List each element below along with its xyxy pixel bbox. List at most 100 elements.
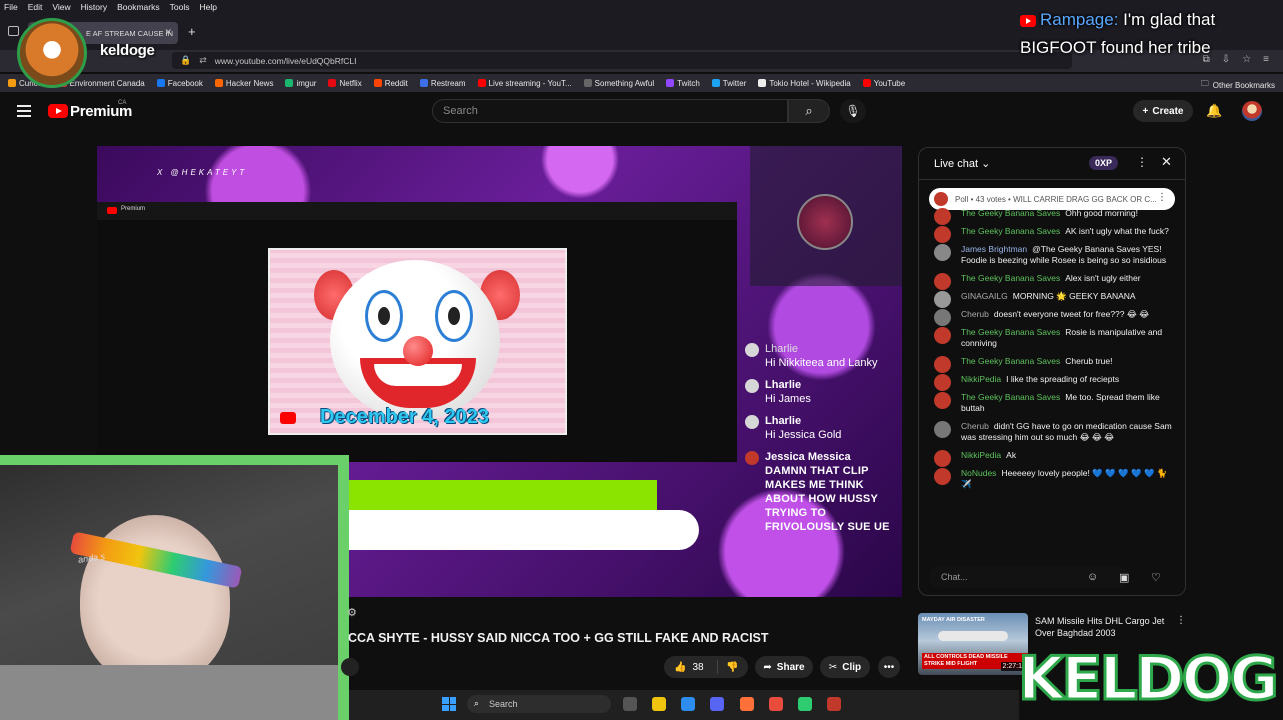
- heart-icon[interactable]: ♡: [1151, 571, 1161, 584]
- tab-list-icon[interactable]: [8, 26, 19, 36]
- chat-message[interactable]: The Geeky Banana Saves Ohh good morning!: [929, 208, 1177, 225]
- search-button[interactable]: ⌕: [788, 99, 830, 123]
- chat-input[interactable]: Chat...: [929, 566, 1129, 588]
- chat-avatar[interactable]: [934, 356, 951, 373]
- windows-start-icon[interactable]: [442, 697, 456, 711]
- search-input[interactable]: Search: [432, 99, 788, 123]
- chat-author[interactable]: NoNudes: [961, 468, 996, 478]
- bookmark-item[interactable]: Hacker News: [214, 79, 273, 88]
- bookmark-item[interactable]: Twitch: [666, 79, 700, 88]
- bookmark-item[interactable]: Live streaming - YouT...: [477, 79, 572, 88]
- chat-message[interactable]: The Geeky Banana Saves Me too. Spread the…: [929, 392, 1177, 414]
- chat-avatar[interactable]: [934, 208, 951, 225]
- menu-bookmarks[interactable]: Bookmarks: [117, 2, 160, 12]
- chat-author[interactable]: The Geeky Banana Saves: [961, 327, 1060, 337]
- file-explorer-icon[interactable]: [652, 697, 666, 711]
- streaming-app-icon[interactable]: [769, 697, 783, 711]
- chat-author[interactable]: GINAGAILG: [961, 291, 1008, 301]
- chat-avatar[interactable]: [934, 468, 951, 485]
- chat-avatar[interactable]: [934, 291, 951, 308]
- chat-author[interactable]: The Geeky Banana Saves: [961, 208, 1060, 218]
- chat-avatar[interactable]: [934, 374, 951, 391]
- chat-more-icon[interactable]: ⋮: [1136, 155, 1148, 169]
- chat-avatar[interactable]: [934, 309, 951, 326]
- chat-mode-dropdown[interactable]: Live chat ⌄: [934, 157, 990, 170]
- taskbar-search[interactable]: ⌕ Search: [467, 695, 611, 713]
- app-icon[interactable]: [681, 697, 695, 711]
- chat-author[interactable]: Cherub: [961, 421, 989, 431]
- recommended-more-icon[interactable]: ⋮: [1176, 615, 1186, 626]
- bookmark-item[interactable]: imgur: [285, 79, 316, 88]
- chat-avatar[interactable]: [934, 226, 951, 243]
- obs-icon[interactable]: [798, 697, 812, 711]
- chat-message[interactable]: NikkiPedia Ak: [929, 450, 1177, 467]
- chat-message[interactable]: The Geeky Banana Saves Cherub true!: [929, 356, 1177, 373]
- menu-view[interactable]: View: [52, 2, 70, 12]
- bookmark-item[interactable]: Reddit: [373, 79, 408, 88]
- menu-file[interactable]: File: [4, 2, 18, 12]
- menu-edit[interactable]: Edit: [28, 2, 43, 12]
- xp-badge[interactable]: 0XP: [1089, 156, 1119, 170]
- account-avatar[interactable]: [1242, 101, 1262, 121]
- recommended-thumbnail[interactable]: MAYDAY AIR DISASTER ALL CONTROLS DEAD MI…: [918, 613, 1028, 675]
- super-chat-icon[interactable]: ▣: [1119, 571, 1129, 584]
- chat-avatar[interactable]: [934, 421, 951, 438]
- bookmark-item[interactable]: Something Awful: [583, 79, 654, 88]
- chat-message[interactable]: The Geeky Banana Saves Rosie is manipulat…: [929, 327, 1177, 349]
- share-button[interactable]: ➦ Share: [755, 656, 813, 678]
- menu-history[interactable]: History: [81, 2, 107, 12]
- chat-message[interactable]: The Geeky Banana Saves Alex isn't ugly ei…: [929, 273, 1177, 290]
- chat-author[interactable]: The Geeky Banana Saves: [961, 273, 1060, 283]
- like-button[interactable]: 👍 38: [664, 660, 718, 674]
- chat-avatar[interactable]: [934, 450, 951, 467]
- chat-message[interactable]: NoNudes Heeeeey lovely people! 💙 💙 💙 💙 💙 …: [929, 468, 1177, 490]
- youtube-logo-icon[interactable]: [48, 104, 68, 118]
- discord-icon[interactable]: [710, 697, 724, 711]
- create-button[interactable]: + Create: [1133, 100, 1193, 122]
- chat-avatar[interactable]: [934, 273, 951, 290]
- channel-avatar[interactable]: [341, 658, 359, 676]
- task-view-icon[interactable]: [623, 697, 637, 711]
- clip-button[interactable]: ✂ Clip: [820, 656, 870, 678]
- settings-gear-icon[interactable]: ⚙: [347, 606, 357, 619]
- chat-message[interactable]: The Geeky Banana Saves AK isn't ugly what…: [929, 226, 1177, 243]
- bookmark-item[interactable]: Tokio Hotel - Wikipedia: [758, 79, 851, 88]
- notifications-bell-icon[interactable]: 🔔: [1206, 103, 1222, 119]
- youtube-app-icon[interactable]: [827, 697, 841, 711]
- chat-author[interactable]: Cherub: [961, 309, 989, 319]
- voice-search-button[interactable]: 🎙: [840, 99, 866, 123]
- dislike-button[interactable]: 👎: [718, 662, 738, 673]
- close-tab-icon[interactable]: ✕: [164, 27, 172, 38]
- chat-author[interactable]: The Geeky Banana Saves: [961, 392, 1060, 402]
- other-bookmarks[interactable]: 🗀 Other Bookmarks: [1201, 78, 1275, 92]
- chat-message[interactable]: Cherub didn't GG have to go on medication…: [929, 421, 1177, 443]
- menu-tools[interactable]: Tools: [170, 2, 190, 12]
- chat-message[interactable]: GINAGAILG MORNING 🌟 GEEKY BANANA: [929, 291, 1177, 308]
- chat-avatar[interactable]: [934, 392, 951, 409]
- close-chat-icon[interactable]: ✕: [1161, 154, 1172, 170]
- chat-author[interactable]: NikkiPedia: [961, 374, 1001, 384]
- chat-message[interactable]: Cherub doesn't everyone tweet for free???…: [929, 309, 1177, 326]
- poll-banner[interactable]: Poll • 43 votes • WILL CARRIE DRAG GG BA…: [929, 188, 1175, 210]
- url-bar[interactable]: 🔒 ⇄ www.youtube.com/live/eUdQQbRfCLI: [172, 52, 1072, 69]
- new-tab-icon[interactable]: +: [188, 24, 196, 39]
- chat-author[interactable]: The Geeky Banana Saves: [961, 226, 1060, 236]
- menu-help[interactable]: Help: [199, 2, 216, 12]
- recommended-title[interactable]: SAM Missile Hits DHL Cargo Jet Over Bagh…: [1035, 615, 1175, 639]
- chat-author[interactable]: NikkiPedia: [961, 450, 1001, 460]
- emoji-icon[interactable]: ☺: [1087, 571, 1098, 583]
- firefox-icon[interactable]: [740, 697, 754, 711]
- chat-message[interactable]: James Brightman @The Geeky Banana Saves Y…: [929, 244, 1177, 266]
- bookmark-item[interactable]: Restream: [419, 79, 466, 88]
- bookmark-item[interactable]: Netflix: [328, 79, 362, 88]
- bookmark-item[interactable]: Twitter: [711, 79, 746, 88]
- chat-avatar[interactable]: [934, 244, 951, 261]
- chat-message[interactable]: NikkiPedia I like the spreading of reciep…: [929, 374, 1177, 391]
- guide-menu-icon[interactable]: [17, 105, 31, 117]
- poll-more-icon[interactable]: ⋮: [1157, 192, 1167, 203]
- chat-author[interactable]: James Brightman: [961, 244, 1027, 254]
- permissions-icon[interactable]: ⇄: [199, 55, 207, 66]
- chat-avatar[interactable]: [934, 327, 951, 344]
- bookmark-item[interactable]: YouTube: [862, 79, 905, 88]
- chat-author[interactable]: The Geeky Banana Saves: [961, 356, 1060, 366]
